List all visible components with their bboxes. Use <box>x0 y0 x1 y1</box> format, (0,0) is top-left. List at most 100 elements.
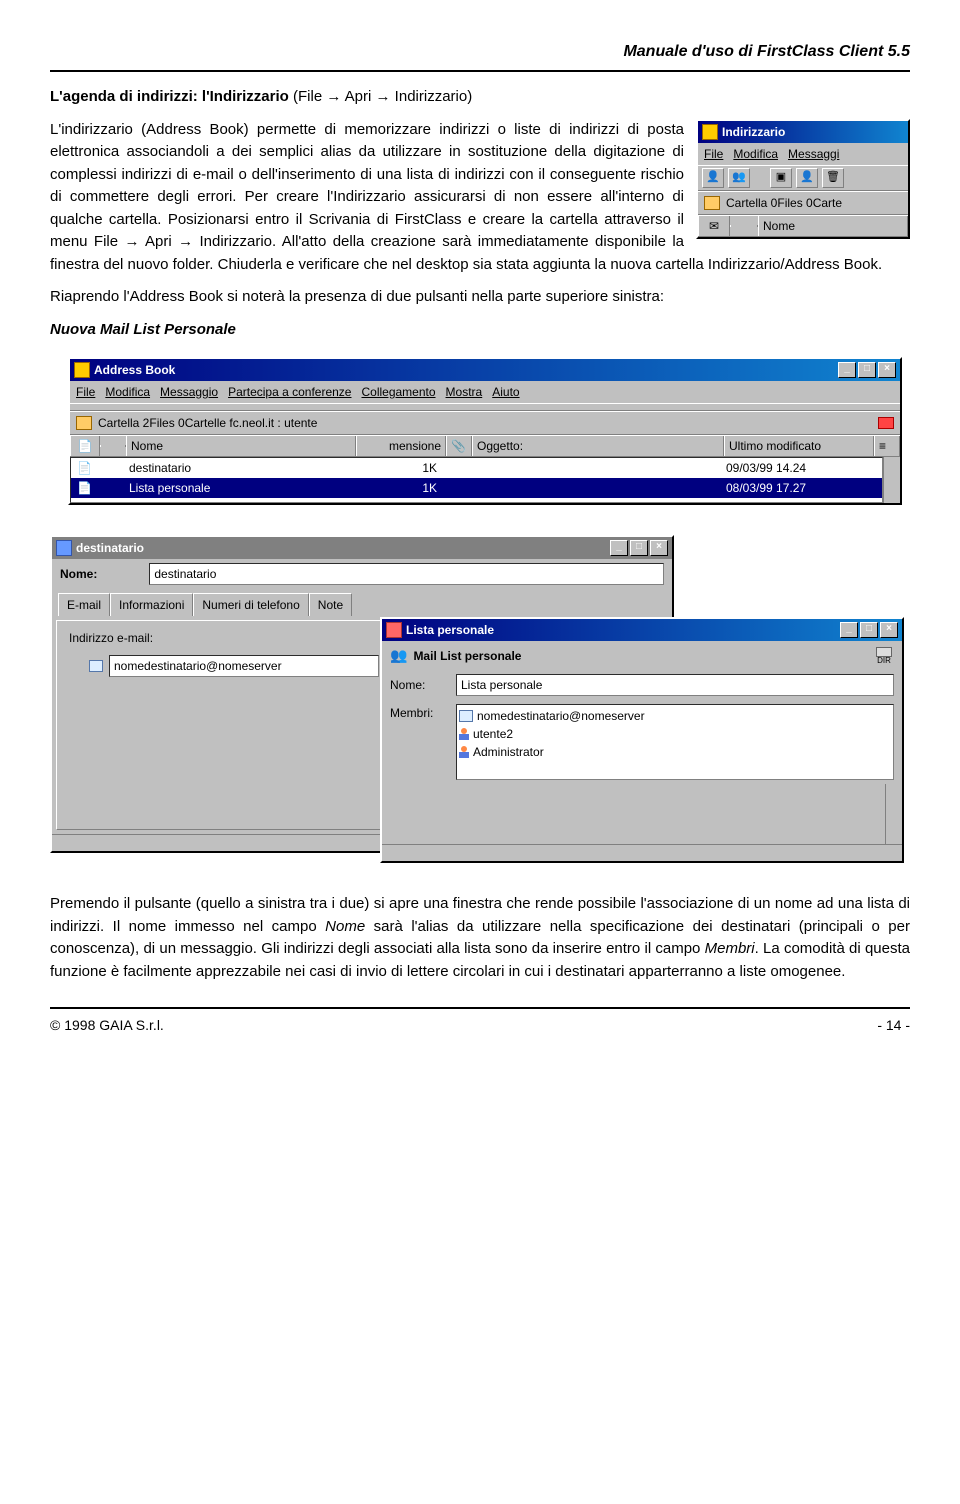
small-win-status: Cartella 0Files 0Carte <box>698 191 908 215</box>
row0-date: 09/03/99 14.24 <box>722 459 880 477</box>
tab-note[interactable]: Note <box>309 593 352 616</box>
ab-menu-mostra[interactable]: Mostra <box>446 383 483 401</box>
ab-row-destinatario[interactable]: 📄 destinatario 1K 09/03/99 14.24 <box>71 458 882 478</box>
tab-email[interactable]: E-mail <box>58 593 110 616</box>
header-rule <box>50 70 910 72</box>
ab-col-oggetto[interactable]: Oggetto: <box>472 436 724 456</box>
dest-nome-input[interactable]: destinatario <box>149 563 664 585</box>
menu-modifica[interactable]: Modifica <box>733 145 778 163</box>
col-type-icon[interactable]: 📄 <box>70 436 100 456</box>
dest-maximize[interactable]: □ <box>630 540 648 556</box>
menu-file[interactable]: File <box>704 145 723 163</box>
row0-size: 1K <box>353 459 441 477</box>
lista-members-input[interactable]: nomedestinatario@nomeserver utente2 Admi… <box>456 704 894 780</box>
lista-hscroll[interactable] <box>382 844 902 861</box>
ab-menu-collegamento[interactable]: Collegamento <box>361 383 435 401</box>
address-book-window: Address Book _ □ × File Modifica Messagg… <box>68 357 902 505</box>
col-flag-icon[interactable] <box>100 445 126 447</box>
dest-tabbar: E-mail Informazioni Numeri di telefono N… <box>52 593 672 616</box>
lista-titlebar[interactable]: Lista personale _ □ × <box>382 619 902 641</box>
lista-maximize[interactable]: □ <box>860 622 878 638</box>
folder-icon <box>76 416 92 430</box>
ab-title: Address Book <box>94 361 175 379</box>
dest-title: destinatario <box>76 539 144 557</box>
small-win-menubar[interactable]: File Modifica Messaggi <box>698 143 908 165</box>
footer-page-number: - 14 - <box>877 1015 910 1036</box>
col-icon[interactable]: ✉ <box>698 216 730 236</box>
indirizzario-icon <box>702 124 718 140</box>
dest-nome-label: Nome: <box>60 565 97 583</box>
heading-light: (File → Apri → Indirizzario) <box>289 88 472 105</box>
ab-list[interactable]: 📄 destinatario 1K 09/03/99 14.24 📄 Lista… <box>70 457 883 503</box>
row1-size: 1K <box>353 479 441 497</box>
col-attach-icon[interactable]: 📎 <box>446 436 472 456</box>
person-icon <box>459 746 469 758</box>
ab-titlebar[interactable]: Address Book _ □ × <box>70 359 900 381</box>
lista-title-icon <box>386 622 402 638</box>
lista-nome-label: Nome: <box>390 676 450 694</box>
member-row-1[interactable]: utente2 <box>459 725 891 743</box>
row1-nome: Lista personale <box>125 479 353 497</box>
close-button[interactable]: × <box>878 362 896 378</box>
member-row-0[interactable]: nomedestinatario@nomeserver <box>459 707 891 725</box>
mail-list-icon: 👥 <box>390 645 407 666</box>
lista-minimize[interactable]: _ <box>840 622 858 638</box>
row1-date: 08/03/99 17.27 <box>722 479 880 497</box>
dest-email-input[interactable]: nomedestinatario@nomeserver <box>109 655 379 677</box>
ab-menubar[interactable]: File Modifica Messaggio Partecipa a conf… <box>70 381 900 403</box>
small-win-titlebar[interactable]: Indirizzario <box>698 121 908 143</box>
flag-icon[interactable] <box>878 417 894 429</box>
small-win-toolbar: 👤 👥 ▣ 👤 🗑 <box>698 165 908 191</box>
ab-col-nome[interactable]: Nome <box>126 436 356 456</box>
ab-row-lista-personale[interactable]: 📄 Lista personale 1K 08/03/99 17.27 <box>71 478 882 498</box>
row0-nome: destinatario <box>125 459 353 477</box>
ab-menu-file[interactable]: File <box>76 383 95 401</box>
menu-messaggi[interactable]: Messaggi <box>788 145 839 163</box>
nuova-mail-list-label: Nuova Mail List Personale <box>50 319 910 342</box>
col-sort-icon[interactable]: ≡ <box>874 436 900 456</box>
paragraph-2: Riaprendo l'Address Book si noterà la pr… <box>50 286 910 309</box>
lista-vscroll[interactable] <box>885 784 902 844</box>
composite-screenshot: Address Book _ □ × File Modifica Messagg… <box>50 357 910 877</box>
folder-icon <box>704 196 720 210</box>
page-footer: © 1998 GAIA S.r.l. - 14 - <box>50 1015 910 1036</box>
toolbar-misc-icon[interactable]: ▣ <box>770 168 792 188</box>
small-win-status-text: Cartella 0Files 0Carte <box>726 194 842 212</box>
col-flag[interactable] <box>730 225 758 227</box>
ab-menu-aiuto[interactable]: Aiuto <box>492 383 519 401</box>
indirizzario-small-window-wrap: Indirizzario File Modifica Messaggi 👤 👥 … <box>696 119 910 239</box>
ab-menu-partecipa[interactable]: Partecipa a conferenze <box>228 383 351 401</box>
tab-telefono[interactable]: Numeri di telefono <box>193 593 308 616</box>
toolbar-new-list-icon[interactable]: 👥 <box>728 168 750 188</box>
ab-menu-messaggio[interactable]: Messaggio <box>160 383 218 401</box>
footer-copyright: © 1998 GAIA S.r.l. <box>50 1015 164 1036</box>
section-heading: L'agenda di indirizzi: l'Indirizzario (F… <box>50 86 910 109</box>
dest-minimize[interactable]: _ <box>610 540 628 556</box>
ab-vscroll[interactable] <box>883 457 900 503</box>
small-win-columns: ✉ Nome <box>698 215 908 237</box>
ab-columns: 📄 Nome mensione 📎 Oggetto: Ultimo modifi… <box>70 435 900 457</box>
dest-titlebar[interactable]: destinatario _ □ × <box>52 537 672 559</box>
toolbar-trash-icon[interactable]: 🗑 <box>822 168 844 188</box>
card-icon <box>459 710 473 722</box>
lista-dir-icon[interactable]: DIR <box>874 647 894 665</box>
term-nome: Nome <box>325 918 365 935</box>
ab-menu-modifica[interactable]: Modifica <box>105 383 150 401</box>
dest-nome-row: Nome: destinatario <box>52 559 672 589</box>
toolbar-new-person-icon[interactable]: 👤 <box>702 168 724 188</box>
ab-col-ultimo[interactable]: Ultimo modificato <box>724 436 874 456</box>
maximize-button[interactable]: □ <box>858 362 876 378</box>
doc-header: Manuale d'uso di FirstClass Client 5.5 <box>50 40 910 64</box>
ab-status: Cartella 2Files 0Cartelle fc.neol.it : u… <box>70 411 900 435</box>
minimize-button[interactable]: _ <box>838 362 856 378</box>
small-win-title: Indirizzario <box>722 123 785 141</box>
ab-col-mensione[interactable]: mensione <box>356 436 446 456</box>
dest-close[interactable]: × <box>650 540 668 556</box>
tab-informazioni[interactable]: Informazioni <box>110 593 193 616</box>
member-row-2[interactable]: Administrator <box>459 743 891 761</box>
col-nome[interactable]: Nome <box>758 216 908 236</box>
lista-close[interactable]: × <box>880 622 898 638</box>
toolbar-people-icon[interactable]: 👤 <box>796 168 818 188</box>
lista-nome-input[interactable]: Lista personale <box>456 674 894 696</box>
footer-rule <box>50 1007 910 1009</box>
